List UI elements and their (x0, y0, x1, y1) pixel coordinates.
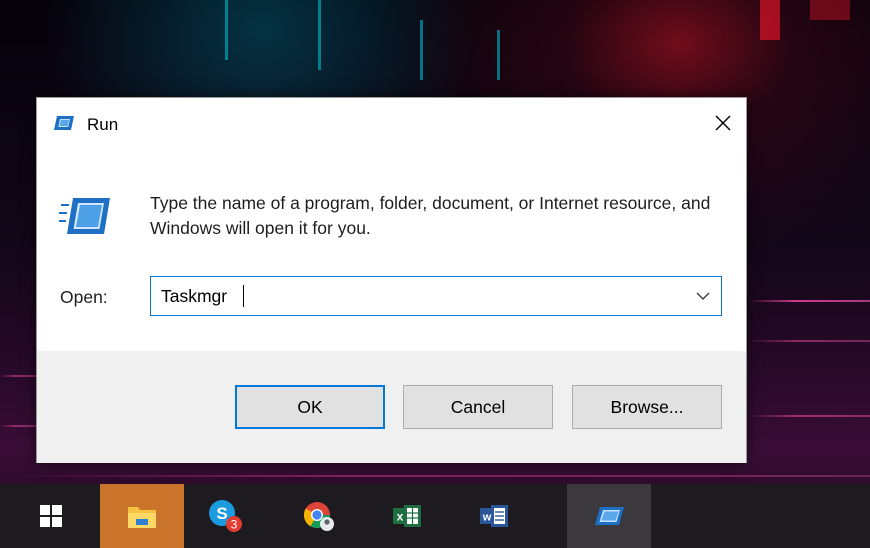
chevron-down-icon (696, 292, 710, 300)
svg-text:w: w (482, 512, 492, 524)
taskbar-run[interactable] (567, 484, 651, 548)
wallpaper-grid (747, 340, 870, 342)
wallpaper-grid (0, 425, 36, 427)
wallpaper-neon (225, 0, 228, 60)
taskbar: S 3 x w (0, 484, 870, 548)
chrome-icon (303, 502, 334, 531)
start-button[interactable] (9, 484, 93, 548)
wallpaper-grid (747, 415, 870, 417)
title-bar[interactable]: Run (37, 98, 746, 154)
text-cursor (243, 285, 244, 307)
wallpaper-grid (0, 475, 870, 477)
excel-icon: x (393, 505, 421, 527)
wallpaper-neon (318, 0, 321, 70)
wallpaper-glow (810, 0, 850, 20)
taskbar-chrome[interactable] (277, 484, 361, 548)
svg-text:S: S (216, 504, 227, 523)
open-input[interactable] (151, 277, 681, 315)
button-area: OK Cancel Browse... (37, 351, 746, 463)
close-button[interactable] (700, 98, 746, 148)
wallpaper-neon (497, 30, 500, 80)
windows-logo-icon (40, 505, 62, 527)
dropdown-button[interactable] (685, 277, 721, 315)
close-icon (715, 115, 731, 131)
wallpaper-glow (760, 0, 780, 40)
run-icon (595, 507, 624, 525)
taskbar-file-explorer[interactable] (100, 484, 184, 548)
dialog-title: Run (87, 115, 119, 134)
dialog-description: Type the name of a program, folder, docu… (150, 193, 711, 238)
taskbar-skype[interactable]: S 3 (183, 484, 267, 548)
ok-button[interactable]: OK (235, 385, 385, 429)
word-icon: w (480, 505, 508, 527)
open-label: Open: (60, 287, 108, 307)
skype-badge: 3 (231, 518, 238, 532)
run-icon (54, 116, 74, 130)
run-dialog: Run Type the name of a program, folder, … (36, 97, 747, 463)
cancel-button[interactable]: Cancel (403, 385, 553, 429)
wallpaper-grid (0, 375, 36, 377)
taskbar-word[interactable]: w (452, 484, 536, 548)
open-combobox[interactable] (150, 276, 722, 316)
browse-button[interactable]: Browse... (572, 385, 722, 429)
run-icon (59, 198, 110, 234)
svg-text:x: x (397, 510, 404, 524)
folder-icon (128, 507, 156, 528)
skype-icon: S 3 (209, 500, 242, 532)
taskbar-excel[interactable]: x (365, 484, 449, 548)
wallpaper-neon (420, 20, 423, 80)
wallpaper-grid (747, 300, 870, 302)
